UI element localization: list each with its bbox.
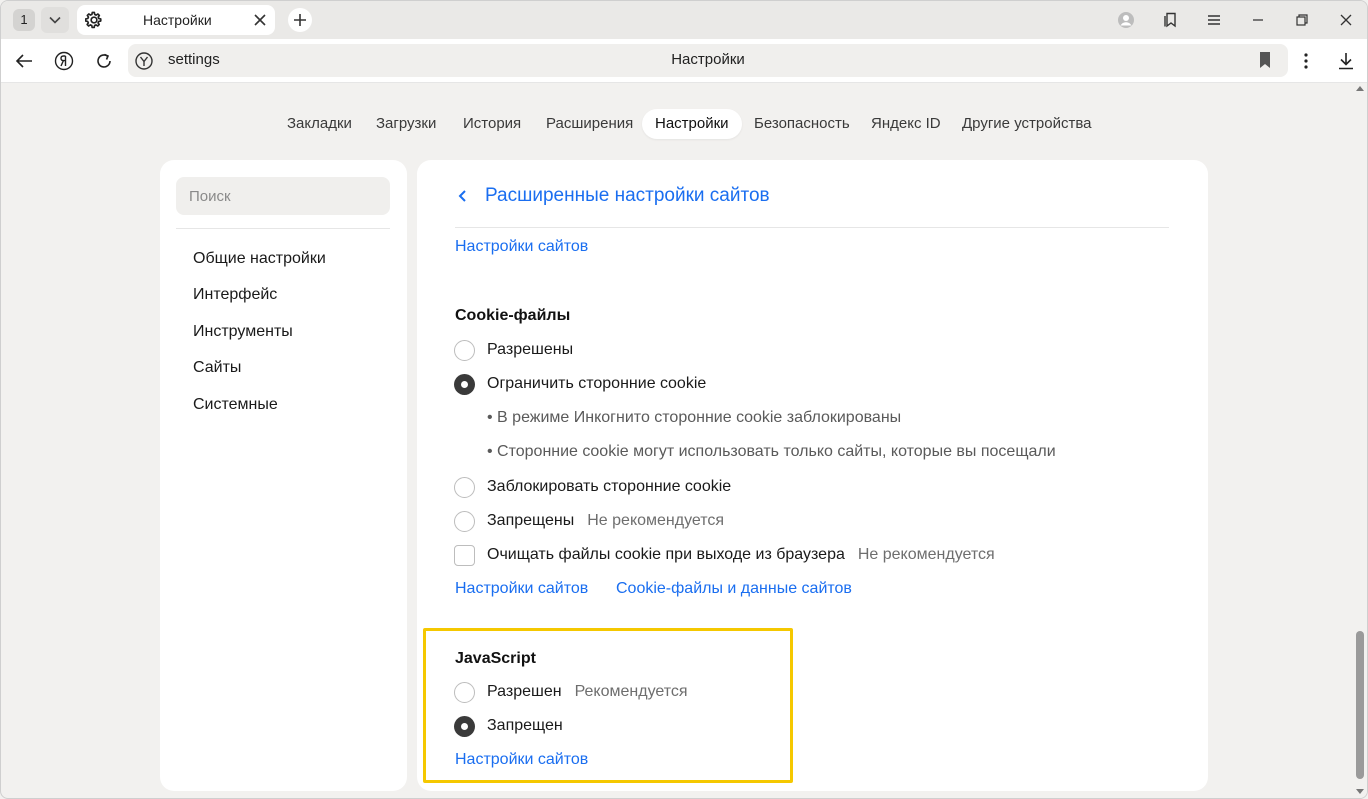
yandex-home-button[interactable] xyxy=(53,50,75,72)
hamburger-icon xyxy=(1208,15,1220,25)
radio-button[interactable] xyxy=(454,681,475,703)
tab-yandex-id[interactable]: Яндекс ID xyxy=(858,109,954,139)
tab-history[interactable]: История xyxy=(450,109,534,139)
menu-button[interactable] xyxy=(1204,10,1224,30)
address-url: settings xyxy=(168,51,220,68)
settings-top-nav: Закладки Загрузки История Расширения Нас… xyxy=(1,109,1367,139)
tab-security[interactable]: Безопасность xyxy=(741,109,863,139)
window-close-button[interactable] xyxy=(1336,10,1356,30)
bookmarks-panel-icon xyxy=(1164,12,1176,28)
cookie-option-limit-third-party[interactable]: Ограничить сторонние cookie xyxy=(454,373,706,395)
more-button[interactable] xyxy=(1295,50,1317,72)
reload-icon xyxy=(97,53,111,68)
option-label: Запрещен xyxy=(487,717,563,734)
bookmark-icon[interactable] xyxy=(1258,51,1272,69)
scroll-down-arrow-icon[interactable] xyxy=(1356,787,1364,795)
arrow-left-icon xyxy=(15,54,32,68)
tab-title: Настройки xyxy=(143,12,212,28)
scrollbar[interactable] xyxy=(1353,83,1367,798)
sidebar-item-general[interactable]: Общие настройки xyxy=(193,250,326,268)
download-icon xyxy=(1339,53,1353,70)
option-label: Заблокировать сторонние cookie xyxy=(487,478,732,495)
cookie-bullet-incognito: • В режиме Инкогнито сторонние cookie за… xyxy=(487,409,902,426)
sidebar-item-sites[interactable]: Сайты xyxy=(193,359,241,377)
option-label: Очищать файлы cookie при выходе из брауз… xyxy=(487,546,845,563)
tab-other-devices[interactable]: Другие устройства xyxy=(949,109,1104,139)
close-icon xyxy=(1340,14,1352,26)
cookie-option-allowed[interactable]: Разрешены xyxy=(454,339,573,361)
title-divider xyxy=(455,227,1169,228)
minimize-icon xyxy=(1253,19,1263,21)
restore-button[interactable] xyxy=(1292,10,1312,30)
more-vertical-icon xyxy=(1304,53,1308,69)
cookie-bullet-visited: • Сторонние cookie могут использовать то… xyxy=(487,443,1056,460)
scrollbar-thumb[interactable] xyxy=(1356,631,1364,779)
option-note: Не рекомендуется xyxy=(857,546,995,563)
profile-icon xyxy=(1118,12,1134,28)
new-tab-button[interactable] xyxy=(288,8,312,32)
back-to-sites-button[interactable] xyxy=(455,186,471,206)
page-title: Расширенные настройки сайтов xyxy=(485,185,770,206)
javascript-site-settings-link[interactable]: Настройки сайтов xyxy=(455,751,588,769)
tab-extensions[interactable]: Расширения xyxy=(533,109,646,139)
tab-bookmarks[interactable]: Закладки xyxy=(274,109,365,139)
settings-search[interactable] xyxy=(176,177,390,215)
scroll-up-arrow-icon[interactable] xyxy=(1356,85,1364,93)
cookie-option-denied[interactable]: Запрещены Не рекомендуется xyxy=(454,510,724,532)
checkbox[interactable] xyxy=(454,544,475,566)
address-page-title: Настройки xyxy=(671,51,745,68)
gear-icon xyxy=(85,11,102,29)
sidebar-divider xyxy=(176,228,390,229)
option-note: Рекомендуется xyxy=(574,683,688,700)
chevron-down-icon xyxy=(49,16,61,24)
javascript-heading: JavaScript xyxy=(455,650,536,667)
option-label: Запрещены xyxy=(487,512,575,529)
sidebar-item-system[interactable]: Системные xyxy=(193,396,278,414)
address-bar[interactable]: settings Настройки xyxy=(128,44,1288,77)
tab-strip: 1 Настройки xyxy=(1,1,1367,39)
cookie-site-settings-link[interactable]: Настройки сайтов xyxy=(455,580,588,598)
tab-downloads[interactable]: Загрузки xyxy=(363,109,449,139)
option-label: Разрешены xyxy=(487,341,574,358)
yandex-logo-icon xyxy=(54,51,74,71)
reload-button[interactable] xyxy=(93,50,115,72)
close-icon[interactable] xyxy=(253,13,267,27)
downloads-button[interactable] xyxy=(1335,50,1357,72)
cookie-data-link[interactable]: Cookie-файлы и данные сайтов xyxy=(616,580,852,598)
settings-sidebar: Общие настройки Интерфейс Инструменты Са… xyxy=(160,160,407,791)
option-label: Ограничить сторонние cookie xyxy=(487,375,707,392)
tab-list-button[interactable] xyxy=(41,7,69,33)
back-button[interactable] xyxy=(13,50,35,72)
chevron-left-icon xyxy=(458,190,466,202)
radio-button[interactable] xyxy=(454,339,475,361)
profile-button[interactable] xyxy=(1116,10,1136,30)
javascript-option-allowed[interactable]: Разрешен Рекомендуется xyxy=(454,681,688,703)
site-settings-link[interactable]: Настройки сайтов xyxy=(455,238,588,256)
minimize-button[interactable] xyxy=(1248,10,1268,30)
clear-cookies-on-exit[interactable]: Очищать файлы cookie при выходе из брауз… xyxy=(454,544,995,566)
browser-window: 1 Настройки settings Настройки Закладки … xyxy=(0,0,1368,799)
sidebar-item-tools[interactable]: Инструменты xyxy=(193,323,293,341)
radio-button[interactable] xyxy=(454,510,475,532)
tab-settings-page[interactable]: Настройки xyxy=(642,109,742,139)
search-input[interactable] xyxy=(176,177,390,215)
collections-button[interactable] xyxy=(1160,10,1180,30)
tab-settings[interactable]: Настройки xyxy=(77,5,275,35)
plus-icon xyxy=(294,14,306,26)
option-label: Разрешен xyxy=(487,683,562,700)
sidebar-item-interface[interactable]: Интерфейс xyxy=(193,286,277,304)
option-note: Не рекомендуется xyxy=(587,512,725,529)
cookies-heading: Cookie-файлы xyxy=(455,307,571,324)
restore-icon xyxy=(1296,14,1308,26)
yandex-browser-icon xyxy=(135,52,153,70)
browser-toolbar: settings Настройки xyxy=(1,39,1367,83)
tab-counter[interactable]: 1 xyxy=(13,9,35,31)
radio-button-checked[interactable] xyxy=(454,715,475,737)
javascript-option-denied[interactable]: Запрещен xyxy=(454,715,563,737)
cookie-option-block-third-party[interactable]: Заблокировать сторонние cookie xyxy=(454,476,731,498)
radio-button[interactable] xyxy=(454,476,475,498)
radio-button-checked[interactable] xyxy=(454,373,475,395)
settings-panel: Расширенные настройки сайтов Настройки с… xyxy=(417,160,1208,791)
